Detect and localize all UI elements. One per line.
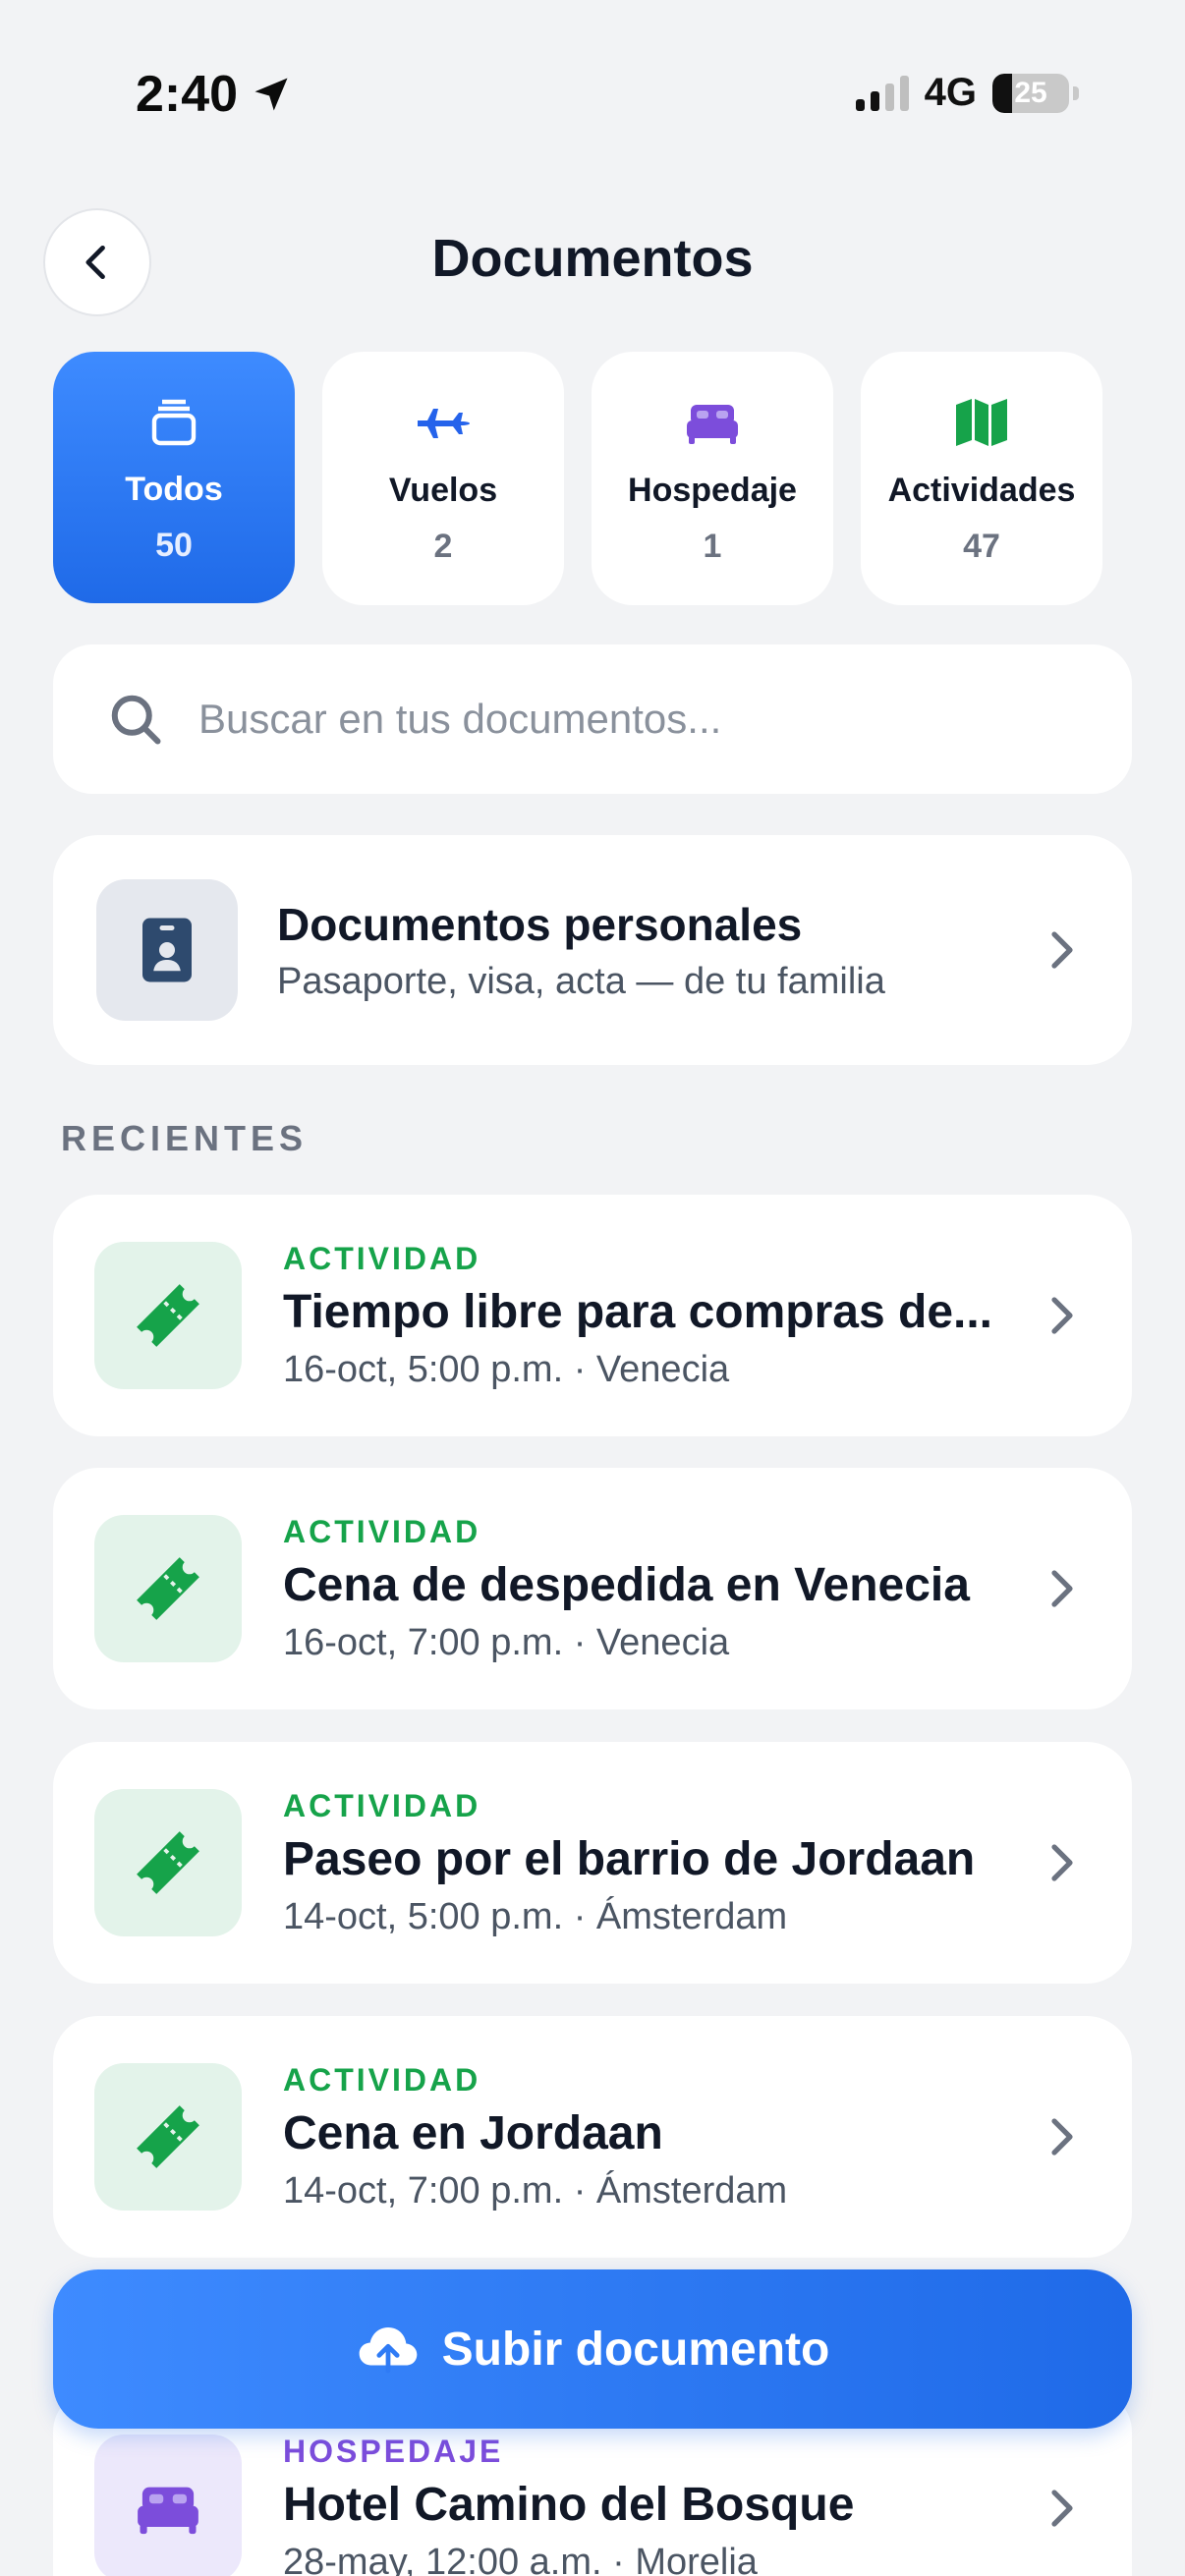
activity-icon-tile [94,1242,242,1389]
ticket-icon [137,1831,199,1894]
ticket-icon [137,2105,199,2168]
ticket-icon [137,1557,199,1620]
tab-label: Actividades [887,472,1076,509]
id-badge-icon [142,918,192,982]
search-bar[interactable] [53,644,1132,794]
time-label: 2:40 [136,66,239,123]
upload-document-label: Subir documento [441,2323,830,2376]
item-meta: 14-oct, 5:00 p.m. · Ámsterdam [283,1895,788,1937]
personal-documents-card[interactable]: Documentos personales Pasaporte, visa, a… [53,835,1132,1065]
activity-icon-tile [94,1789,242,1936]
activity-icon-tile [94,2063,242,2211]
tab-label: Vuelos [388,472,498,509]
tab-label: Hospedaje [628,472,797,509]
personal-documents-subtitle: Pasaporte, visa, acta — de tu familia [277,960,885,1002]
category-tabs: Todos 50 Vuelos 2 Hospedaje 1 Actividade… [53,352,1102,605]
lodging-icon-tile [94,2435,242,2576]
item-title: Tiempo libre para compras de... [283,1285,993,1338]
item-title: Paseo por el barrio de Jordaan [283,1832,976,1885]
tab-count: 2 [433,528,453,565]
item-category: ACTIVIDAD [283,1240,481,1276]
tab-todos[interactable]: Todos 50 [53,352,295,603]
item-category: ACTIVIDAD [283,1787,481,1823]
upload-document-button[interactable]: Subir documento [53,2269,1132,2429]
item-meta: 16-oct, 7:00 p.m. · Venecia [283,1621,730,1663]
chevron-right-icon [1051,2118,1073,2156]
item-meta: 28-may, 12:00 a.m. · Morelia [283,2541,758,2576]
map-icon [956,399,1007,446]
list-item[interactable]: ACTIVIDAD Tiempo libre para compras de..… [53,1195,1132,1436]
personal-documents-icon-tile [96,879,238,1021]
chevron-right-icon [1051,1844,1073,1881]
activity-icon-tile [94,1515,242,1662]
location-arrow-icon [254,78,288,111]
tab-vuelos[interactable]: Vuelos 2 [322,352,564,605]
status-indicators: 4G 25 [855,71,1079,115]
item-category: ACTIVIDAD [283,1513,481,1549]
list-item[interactable]: ACTIVIDAD Cena en Jordaan 14-oct, 7:00 p… [53,2016,1132,2258]
list-item[interactable]: ACTIVIDAD Cena de despedida en Venecia 1… [53,1468,1132,1709]
chevron-right-icon [1051,1297,1073,1334]
chevron-right-icon [1051,2490,1073,2527]
tab-label: Todos [125,471,223,508]
bed-icon [687,405,738,444]
item-category: ACTIVIDAD [283,2061,481,2098]
tab-count: 47 [963,528,1000,565]
tab-count: 1 [703,528,722,565]
status-bar: 2:40 4G 25 [0,0,1185,187]
tab-hospedaje[interactable]: Hospedaje 1 [592,352,833,605]
battery-percent: 25 [1014,76,1047,109]
section-label-recientes: RECIENTES [61,1118,309,1158]
tab-actividades[interactable]: Actividades 47 [861,352,1102,605]
search-input[interactable] [198,696,1034,743]
status-time: 2:40 [136,65,293,124]
item-title: Cena en Jordaan [283,2106,663,2159]
item-category: HOSPEDAJE [283,2433,504,2469]
item-title: Hotel Camino del Bosque [283,2478,855,2531]
chevron-right-icon [1051,1570,1073,1607]
airplane-icon [418,409,470,438]
bed-icon [138,2487,198,2535]
chevron-right-icon [1051,931,1073,969]
ticket-icon [137,1284,199,1347]
network-label: 4G [924,71,977,114]
signal-icon [855,75,909,111]
search-icon [111,695,161,745]
tab-count: 50 [155,527,193,564]
stack-icon [151,399,197,446]
personal-documents-title: Documentos personales [277,898,803,950]
page-title: Documentos [431,229,754,288]
item-meta: 16-oct, 5:00 p.m. · Venecia [283,1348,730,1390]
item-title: Cena de despedida en Venecia [283,1558,970,1611]
list-item[interactable]: ACTIVIDAD Paseo por el barrio de Jordaan… [53,1742,1132,1984]
battery-icon: 25 [992,73,1069,113]
cloud-upload-icon [359,2327,417,2374]
item-meta: 14-oct, 7:00 p.m. · Ámsterdam [283,2169,788,2212]
